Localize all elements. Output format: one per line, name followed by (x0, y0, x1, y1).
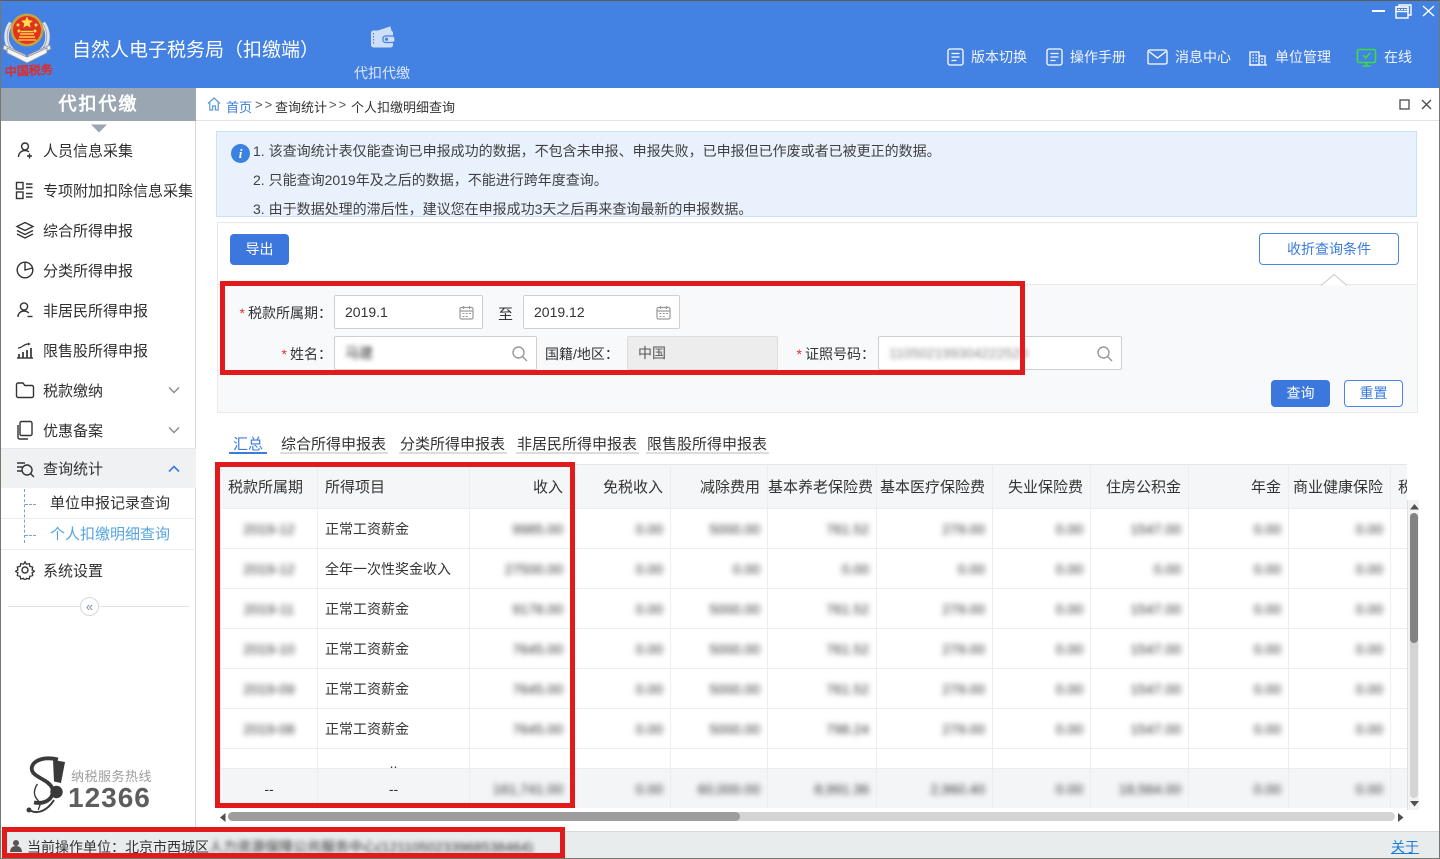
svg-text:中国税务: 中国税务 (4, 61, 53, 79)
